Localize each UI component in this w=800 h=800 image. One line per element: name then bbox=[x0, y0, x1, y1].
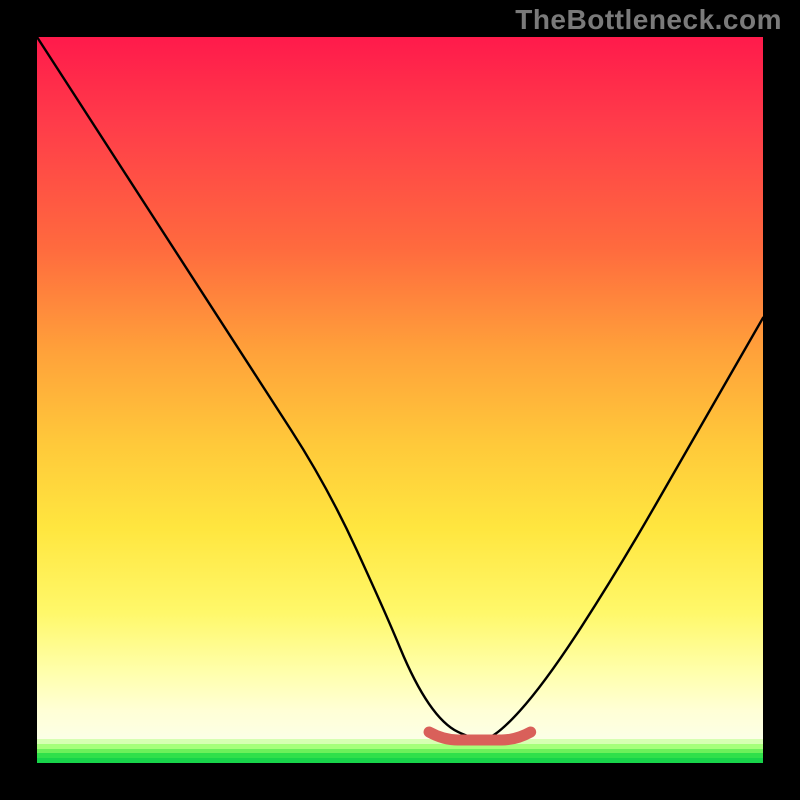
watermark-text: TheBottleneck.com bbox=[515, 4, 782, 36]
bottleneck-curve bbox=[37, 37, 763, 739]
chart-frame: TheBottleneck.com bbox=[0, 0, 800, 800]
curve-layer bbox=[37, 37, 763, 763]
plot-area bbox=[37, 37, 763, 763]
optimal-range-mark bbox=[429, 732, 531, 740]
